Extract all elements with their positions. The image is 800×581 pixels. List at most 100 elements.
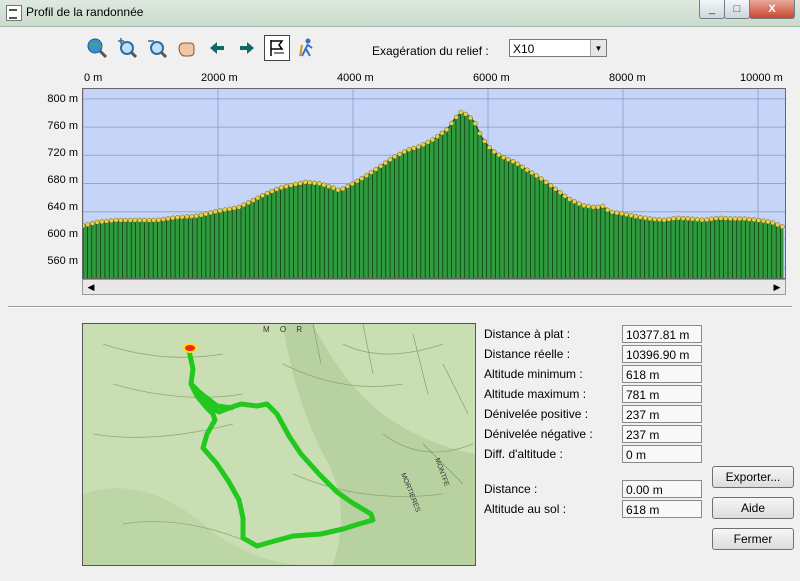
elevation-profile-svg — [83, 89, 785, 278]
elevation-point — [382, 160, 388, 166]
stat-value: 781 m — [622, 385, 702, 403]
scroll-right-icon[interactable]: ▶ — [770, 281, 784, 293]
topo-map-svg: M O R MONTFE MORTIERES — [83, 324, 475, 565]
elevation-point — [567, 196, 573, 202]
elevation-point — [690, 216, 695, 222]
profile-window: Profil de la randonnée _ □ X Exagération… — [0, 0, 800, 581]
elevation-point — [723, 216, 729, 221]
elevation-point — [642, 215, 648, 221]
elevation-point — [231, 205, 237, 211]
elevation-point — [609, 209, 615, 215]
elevation-point — [628, 213, 634, 218]
y-tick-label: 680 m — [47, 174, 78, 186]
toolbar — [84, 34, 320, 62]
elevation-point — [420, 142, 426, 148]
x-tick-label: 10000 m — [740, 72, 783, 84]
elevation-point — [227, 206, 232, 212]
elevation-point — [278, 185, 284, 191]
elevation-point — [779, 224, 785, 230]
elevation-point — [515, 161, 521, 167]
y-tick-label: 720 m — [47, 147, 78, 159]
elevation-point — [269, 188, 275, 194]
x-tick-label: 0 m — [84, 72, 103, 84]
elevation-point — [605, 207, 610, 213]
elevation-point — [571, 199, 577, 205]
elevation-point — [718, 215, 724, 221]
elevation-point — [510, 159, 516, 164]
stat-value: 237 m — [622, 425, 702, 443]
elevation-profile-chart[interactable] — [82, 88, 786, 279]
elevation-point — [647, 216, 653, 222]
zoom-out-icon[interactable] — [144, 35, 170, 61]
elevation-point — [439, 130, 445, 136]
elevation-point — [472, 121, 478, 127]
elevation-point — [212, 209, 218, 215]
elevation-point — [203, 211, 209, 217]
elevation-point — [444, 127, 450, 133]
y-tick-label: 640 m — [47, 201, 78, 213]
elevation-point — [184, 214, 190, 220]
exaggeration-label: Exagération du relief : — [372, 44, 489, 58]
elevation-point — [316, 181, 322, 186]
elevation-point — [732, 216, 738, 222]
scroll-left-icon[interactable]: ◀ — [84, 281, 98, 293]
cursor-label: Altitude au sol : — [484, 502, 567, 516]
elevation-point — [189, 213, 195, 219]
y-tick-label: 600 m — [47, 228, 78, 240]
elevation-point — [595, 204, 601, 210]
elevation-point — [543, 179, 549, 185]
flag-icon[interactable] — [264, 35, 290, 61]
stat-label: Dénivelée positive : — [484, 407, 589, 421]
elevation-point — [387, 157, 393, 163]
arrow-right-icon[interactable] — [234, 35, 260, 61]
elevation-point — [260, 193, 265, 198]
stat-value: 10377.81 m — [622, 325, 702, 343]
elevation-point — [652, 216, 658, 222]
close-button[interactable]: Fermer — [712, 528, 794, 550]
stat-label: Distance réelle : — [484, 347, 571, 361]
elevation-point — [529, 170, 535, 176]
elevation-point — [368, 170, 374, 175]
route-map[interactable]: M O R MONTFE MORTIERES — [82, 323, 476, 566]
elevation-point — [434, 134, 440, 140]
map-label: M O R — [263, 325, 306, 334]
elevation-point — [217, 208, 223, 214]
maximize-button[interactable]: □ — [724, 0, 750, 19]
elevation-point — [581, 203, 587, 209]
elevation-point — [141, 217, 147, 223]
elevation-point — [94, 219, 100, 225]
elevation-point — [264, 190, 270, 196]
elevation-point — [775, 222, 781, 228]
zoom-in-icon[interactable] — [114, 35, 140, 61]
elevation-point — [458, 109, 464, 115]
export-button[interactable]: Exporter... — [712, 466, 794, 488]
stat-label: Diff. d'altitude : — [484, 447, 563, 461]
stat-label: Distance à plat : — [484, 327, 571, 341]
elevation-point — [108, 218, 114, 224]
elevation-point — [633, 214, 639, 219]
elevation-point — [524, 167, 530, 173]
close-window-button[interactable]: X — [749, 0, 795, 19]
elevation-point — [175, 214, 180, 220]
elevation-point — [170, 215, 176, 221]
elevation-point — [104, 218, 110, 224]
hand-pan-icon[interactable] — [174, 35, 200, 61]
elevation-point — [496, 152, 502, 158]
elevation-point — [751, 217, 757, 223]
elevation-point — [99, 219, 105, 225]
cursor-value: 0.00 m — [622, 480, 702, 498]
elevation-point — [340, 186, 346, 192]
help-button[interactable]: Aide — [712, 497, 794, 519]
hiker-icon[interactable] — [294, 35, 320, 61]
elevation-point — [430, 137, 436, 143]
globe-zoom-icon[interactable] — [84, 35, 110, 61]
elevation-point — [349, 181, 355, 187]
x-tick-label: 2000 m — [201, 72, 238, 84]
exaggeration-select[interactable]: X10 ▼ — [509, 39, 607, 57]
cursor-label: Distance : — [484, 482, 538, 496]
chevron-down-icon[interactable]: ▼ — [590, 40, 606, 56]
chart-scrollbar[interactable]: ◀ ▶ — [82, 279, 786, 295]
elevation-point — [245, 200, 251, 206]
arrow-left-icon[interactable] — [204, 35, 230, 61]
minimize-button[interactable]: _ — [699, 0, 725, 19]
